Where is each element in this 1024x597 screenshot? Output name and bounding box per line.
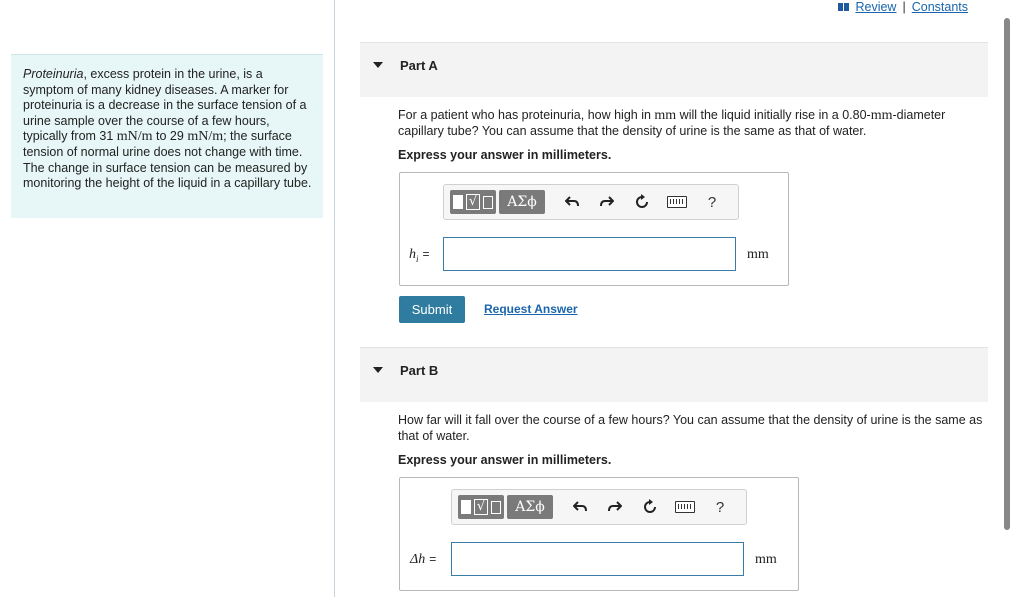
undo-button[interactable] [559,189,585,215]
redo-button[interactable] [594,189,620,215]
redo-icon [608,501,622,512]
help-icon[interactable]: ? [707,494,733,520]
part-a-math-toolbar: √ ΑΣϕ ? [443,184,739,220]
intro-unit-2: mN/m [187,129,224,145]
topbar: Review | Constants [838,0,968,14]
keyboard-button[interactable] [672,494,698,520]
review-link[interactable]: Review [855,0,896,14]
undo-icon [565,196,579,207]
part-a-unit: mm [747,247,769,262]
left-pane: Proteinuria, excess protein in the urine… [0,0,334,597]
reset-icon [644,499,656,513]
part-b-express: Express your answer in millimeters. [398,453,612,467]
keyboard-button[interactable] [664,189,690,215]
part-b-title: Part B [400,363,439,378]
problem-intro: Proteinuria, excess protein in the urine… [11,54,323,218]
help-icon[interactable]: ? [699,189,725,215]
undo-button[interactable] [567,494,593,520]
templates-button[interactable]: √ [458,495,504,519]
keyboard-icon [667,196,687,208]
constants-link[interactable]: Constants [912,0,968,14]
intro-unit-1: mN/m [116,129,153,145]
part-b-variable-label: Δh = [410,552,437,567]
symbols-button[interactable]: ΑΣϕ [507,495,553,519]
part-b-math-toolbar: √ ΑΣϕ ? [451,489,747,525]
part-a-header[interactable]: Part A [360,43,988,97]
reset-button[interactable] [637,494,663,520]
book-icon [838,3,850,11]
undo-icon [573,501,587,512]
submit-button[interactable]: Submit [399,296,465,323]
caret-down-icon [373,367,383,373]
part-b-question: How far will it fall over the course of … [398,413,983,443]
caret-down-icon [373,62,383,68]
keyboard-icon [675,501,695,513]
part-a-express: Express your answer in millimeters. [398,148,612,162]
redo-icon [600,196,614,207]
part-b-header[interactable]: Part B [360,348,988,402]
templates-icon: √ [460,499,502,515]
redo-button[interactable] [602,494,628,520]
reset-icon [636,194,648,208]
intro-term: Proteinuria [23,67,84,81]
request-answer-link[interactable]: Request Answer [484,302,578,316]
part-a-title: Part A [400,58,438,73]
symbols-button[interactable]: ΑΣϕ [499,190,545,214]
part-a-question: For a patient who has proteinuria, how h… [398,108,946,138]
reset-button[interactable] [629,189,655,215]
part-b-unit: mm [755,552,777,567]
intro-text-2: to 29 [152,129,188,144]
part-a-variable-label: hi = [409,247,430,264]
templates-icon: √ [452,194,494,210]
topbar-separator: | [902,0,906,14]
part-b-answer-input[interactable] [451,542,744,576]
pane-divider [334,0,335,597]
templates-button[interactable]: √ [450,190,496,214]
scrollbar-thumb[interactable] [1004,18,1010,530]
part-a-answer-input[interactable] [443,237,736,271]
